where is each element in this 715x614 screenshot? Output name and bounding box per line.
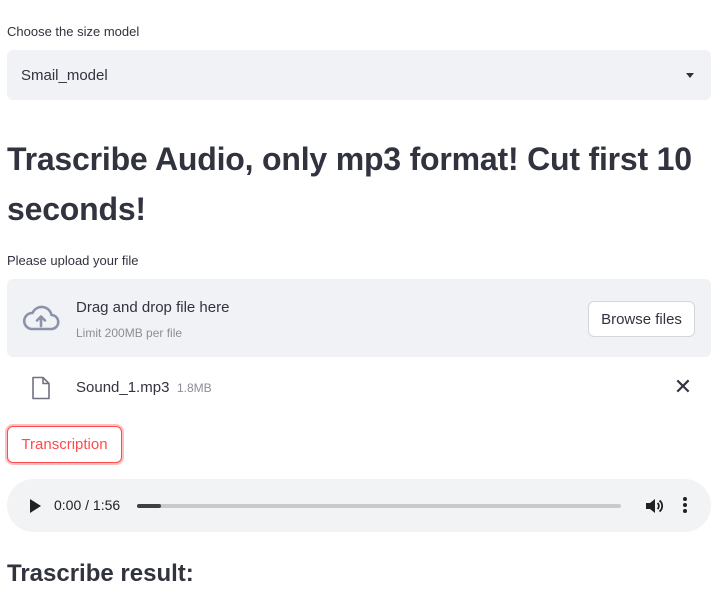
model-select[interactable]: Smail_model — [7, 50, 711, 100]
play-icon[interactable] — [28, 498, 42, 514]
model-select-value: Smail_model — [21, 66, 108, 84]
close-icon[interactable]: ✕ — [673, 376, 693, 398]
file-name: Sound_1.mp3 — [76, 379, 170, 396]
audio-seek-bar[interactable] — [137, 504, 621, 508]
file-icon — [32, 376, 50, 400]
audio-seek-progress — [137, 504, 162, 508]
cloud-upload-icon — [22, 305, 60, 331]
page-title: Trascribe Audio, only mp3 format! Cut fi… — [7, 141, 692, 227]
dropzone-limit: Limit 200MB per file — [76, 326, 183, 340]
model-select-label: Choose the size model — [7, 24, 140, 39]
transcription-button[interactable]: Transcription — [7, 426, 122, 463]
dropzone-instructions: Drag and drop file here — [76, 299, 230, 316]
audio-time: 0:00 / 1:56 — [54, 497, 121, 513]
file-size: 1.8MB — [177, 381, 212, 395]
audio-player: 0:00 / 1:56 — [7, 479, 711, 532]
chevron-down-icon — [686, 72, 694, 78]
result-heading: Trascribe result: — [7, 560, 194, 587]
browse-files-button[interactable]: Browse files — [588, 301, 695, 337]
more-options-icon[interactable] — [681, 495, 689, 517]
uploaded-file-row: Sound_1.mp3 1.8MB ✕ — [7, 368, 711, 408]
volume-icon[interactable] — [644, 496, 664, 516]
upload-label: Please upload your file — [7, 253, 139, 268]
app-page: Choose the size model Smail_model Trascr… — [0, 0, 715, 614]
file-dropzone[interactable]: Drag and drop file here Limit 200MB per … — [7, 279, 711, 357]
